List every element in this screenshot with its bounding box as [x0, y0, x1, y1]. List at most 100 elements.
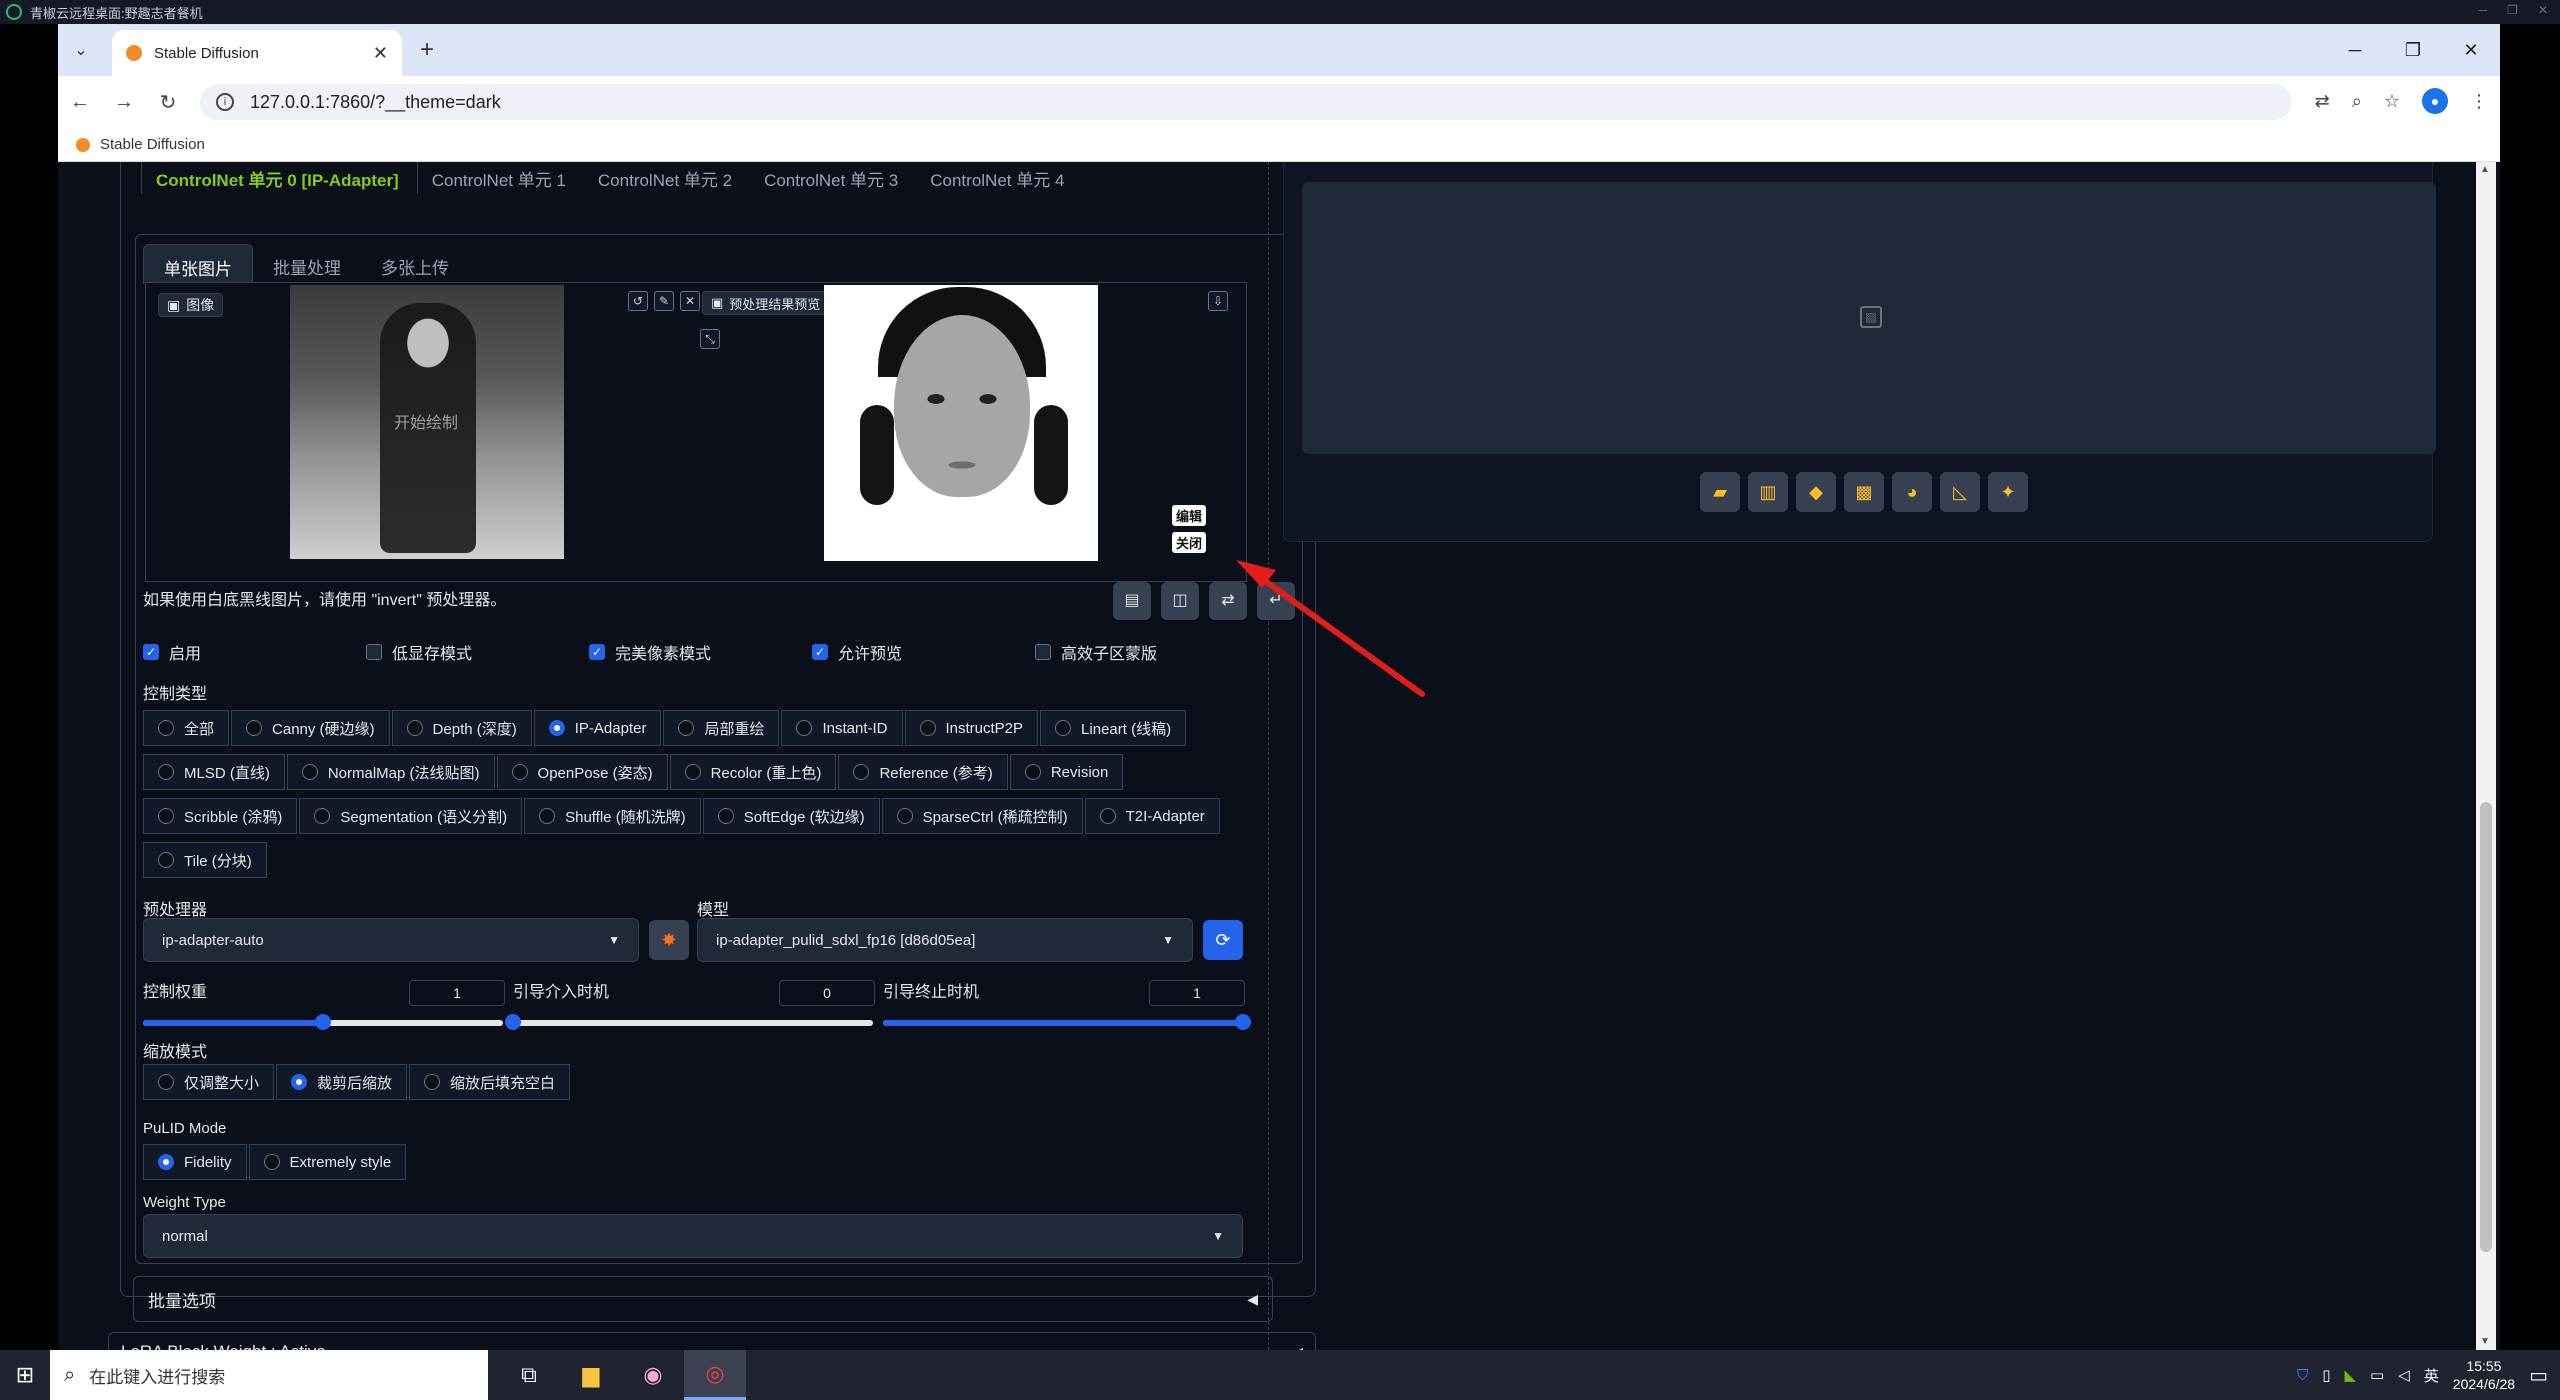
effective-mask-checkbox[interactable]: 高效子区蒙版 — [1035, 640, 1258, 664]
translate-icon[interactable]: ⇄ — [2315, 91, 2330, 112]
camera-button[interactable]: ◫ — [1161, 582, 1199, 620]
slider-handle[interactable] — [315, 1014, 331, 1030]
control-type-radio[interactable]: Tile (分块) — [143, 842, 267, 878]
input-image[interactable]: 开始绘制 — [290, 285, 564, 559]
pixel-perfect-checkbox[interactable]: ✓ 完美像素模式 — [589, 640, 812, 664]
undo-icon[interactable]: ↺ — [628, 291, 648, 311]
control-type-radio[interactable]: MLSD (直线) — [143, 754, 285, 790]
reload-icon[interactable]: ↻ — [146, 90, 190, 115]
control-type-radio[interactable]: InstructP2P — [904, 710, 1039, 746]
address-bar[interactable]: i 127.0.0.1:7860/?__theme=dark — [200, 84, 2292, 120]
defender-icon[interactable]: ⛉ — [2297, 1367, 2308, 1384]
zip-button[interactable]: ◆ — [1796, 472, 1836, 512]
remote-restore-icon[interactable]: ❐ — [2507, 3, 2518, 17]
control-type-radio[interactable]: OpenPose (姿态) — [496, 754, 668, 790]
tab-search-icon[interactable]: ⌄ — [68, 38, 94, 64]
weight-type-select[interactable]: normal ▼ — [143, 1214, 1243, 1258]
new-tab-icon[interactable]: + — [420, 36, 434, 64]
low-vram-checkbox[interactable]: 低显存模式 — [366, 640, 589, 664]
enable-checkbox[interactable]: ✓ 启用 — [143, 640, 366, 664]
resize-only-radio[interactable]: 仅调整大小 — [143, 1064, 275, 1100]
weight-input[interactable]: 1 — [409, 980, 505, 1006]
control-type-radio[interactable]: SoftEdge (软边缘) — [702, 798, 880, 834]
new-canvas-button[interactable]: ▤ — [1113, 582, 1151, 620]
tab-batch[interactable]: 批量处理 — [253, 244, 361, 284]
start-input[interactable]: 0 — [779, 980, 875, 1006]
close-window-icon[interactable]: ✕ — [2442, 24, 2500, 76]
close-badge[interactable]: 关闭 — [1172, 532, 1207, 553]
control-type-radio[interactable]: Scribble (涂鸦) — [143, 798, 298, 834]
remote-minimize-icon[interactable]: ─ — [2479, 3, 2488, 17]
control-type-radio[interactable]: Shuffle (随机洗牌) — [524, 798, 701, 834]
tab-unit-3[interactable]: ControlNet 单元 3 — [750, 162, 916, 194]
task-view-icon[interactable]: ⧉ — [498, 1350, 560, 1400]
tab-unit-4[interactable]: ControlNet 单元 4 — [916, 162, 1082, 194]
control-type-radio[interactable]: Lineart (线稿) — [1040, 710, 1187, 746]
send-to-img2img-button[interactable]: ▩ — [1844, 472, 1884, 512]
model-select[interactable]: ip-adapter_pulid_sdxl_fp16 [d86d05ea] ▼ — [697, 918, 1193, 962]
tab-unit-1[interactable]: ControlNet 单元 1 — [418, 162, 584, 194]
site-info-icon[interactable]: i — [216, 93, 234, 111]
nvidia-icon[interactable]: ◣ — [2345, 1366, 2357, 1384]
brush-icon[interactable]: ⤡ — [700, 329, 720, 349]
open-folder-button[interactable]: ▰ — [1700, 472, 1740, 512]
edit-icon[interactable]: ✎ — [654, 291, 674, 311]
notification-icon[interactable]: ▭ — [2529, 1363, 2548, 1388]
usb-icon[interactable]: ▯ — [2322, 1366, 2330, 1384]
crop-resize-radio[interactable]: 裁剪后缩放 — [276, 1064, 408, 1100]
slider-handle[interactable] — [1235, 1014, 1251, 1030]
control-type-radio[interactable]: Revision — [1009, 754, 1124, 790]
extremely-style-radio[interactable]: Extremely style — [248, 1144, 407, 1180]
windows-start-icon[interactable]: ⊞ — [0, 1362, 50, 1388]
remote-close-icon[interactable]: ✕ — [2538, 3, 2548, 17]
control-type-radio[interactable]: 局部重绘 — [663, 710, 780, 746]
clear-icon[interactable]: ✕ — [680, 291, 700, 311]
control-type-radio[interactable]: T2I-Adapter — [1084, 798, 1220, 834]
resize-fill-radio[interactable]: 缩放后填充空白 — [409, 1064, 571, 1100]
edit-badge[interactable]: 编辑 — [1172, 505, 1207, 526]
menu-kebab-icon[interactable]: ⋮ — [2470, 91, 2488, 112]
end-input[interactable]: 1 — [1149, 980, 1245, 1006]
scroll-down-icon[interactable]: ▼ — [2480, 1336, 2490, 1347]
send-to-extras-button[interactable]: ◺ — [1940, 472, 1980, 512]
network-icon[interactable]: ▭ — [2370, 1366, 2384, 1384]
bookmark-item[interactable]: Stable Diffusion — [100, 136, 205, 153]
control-type-radio[interactable]: Reference (参考) — [838, 754, 1008, 790]
file-explorer-icon[interactable]: ▆ — [560, 1350, 622, 1400]
scrollbar-thumb[interactable] — [2480, 802, 2492, 1252]
start-slider[interactable] — [505, 1014, 873, 1030]
control-type-radio[interactable]: Canny (硬边缘) — [231, 710, 390, 746]
refresh-models-button[interactable]: ⟳ — [1203, 920, 1243, 960]
control-type-radio[interactable]: Segmentation (语义分割) — [299, 798, 523, 834]
bookmark-star-icon[interactable]: ☆ — [2384, 91, 2400, 112]
control-type-radio[interactable]: Depth (深度) — [391, 710, 532, 746]
allow-preview-checkbox[interactable]: ✓ 允许预览 — [812, 640, 1035, 664]
tab-multi-upload[interactable]: 多张上传 — [361, 244, 469, 284]
control-type-radio[interactable]: Instant-ID — [781, 710, 903, 746]
ime-indicator[interactable]: 英 — [2424, 1365, 2439, 1386]
run-preprocessor-button[interactable]: ✸ — [649, 920, 689, 960]
lora-block-weight-accordion[interactable]: LoRA Block Weight : Active◀ — [108, 1332, 1316, 1350]
tab-unit-2[interactable]: ControlNet 单元 2 — [584, 162, 750, 194]
download-icon[interactable]: ⇩ — [1208, 291, 1228, 311]
weight-slider[interactable] — [143, 1014, 503, 1030]
end-slider[interactable] — [883, 1014, 1251, 1030]
send-to-inpaint-button[interactable]: ◕ — [1892, 472, 1932, 512]
zoom-icon[interactable]: ⌕ — [2352, 91, 2362, 112]
taskbar-search[interactable]: ⌕ 在此键入进行搜索 — [50, 1350, 488, 1400]
control-type-radio[interactable]: NormalMap (法线贴图) — [286, 754, 495, 790]
tab-close-icon[interactable]: ✕ — [373, 43, 388, 64]
tab-unit-0[interactable]: ControlNet 单元 0 [IP-Adapter] — [141, 162, 418, 194]
forward-icon[interactable]: → — [102, 91, 146, 114]
minimize-icon[interactable]: ─ — [2326, 24, 2384, 76]
slider-handle[interactable] — [505, 1014, 521, 1030]
browser-tab[interactable]: Stable Diffusion ✕ — [112, 30, 402, 76]
control-type-radio[interactable]: SparseCtrl (稀疏控制) — [881, 798, 1083, 834]
chrome-icon[interactable]: ◎ — [684, 1350, 746, 1400]
fidelity-radio[interactable]: Fidelity — [143, 1144, 247, 1180]
control-type-radio[interactable]: 全部 — [143, 710, 230, 746]
volume-icon[interactable]: ◁ — [2398, 1366, 2410, 1384]
control-type-radio[interactable]: Recolor (重上色) — [669, 754, 837, 790]
sparkle-button[interactable]: ✦ — [1988, 472, 2028, 512]
app-icon[interactable]: ◉ — [622, 1350, 684, 1400]
